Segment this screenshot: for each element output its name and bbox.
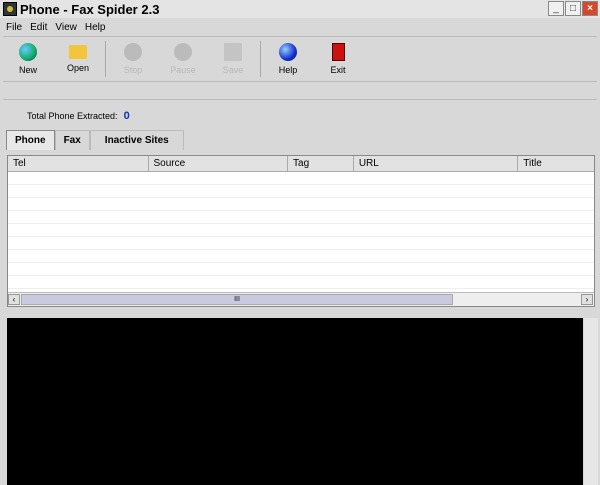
toolbar: New Open Stop Pause Save Help Exit	[3, 36, 597, 82]
log-console	[7, 318, 583, 485]
column-header-title[interactable]: Title	[518, 156, 594, 171]
toolbar-separator	[105, 41, 106, 77]
status-label: Total Phone Extracted:	[27, 111, 118, 121]
column-header-tag[interactable]: Tag	[288, 156, 354, 171]
exit-door-icon	[331, 43, 345, 61]
globe-icon	[19, 43, 37, 61]
scroll-thumb[interactable]: III	[21, 294, 453, 305]
menu-bar: File Edit View Help	[0, 19, 600, 35]
title-bar: Phone - Fax Spider 2.3 _ □ ×	[0, 0, 600, 18]
toolbar-band	[3, 83, 597, 100]
help-button[interactable]: Help	[263, 38, 313, 80]
menu-help[interactable]: Help	[85, 22, 106, 33]
tab-inactive-sites[interactable]: Inactive Sites	[89, 130, 184, 150]
menu-view[interactable]: View	[55, 22, 77, 33]
scroll-left-icon[interactable]: ‹	[8, 294, 20, 305]
window-title: Phone - Fax Spider 2.3	[20, 1, 160, 17]
exit-button[interactable]: Exit	[313, 38, 363, 80]
app-icon	[3, 2, 17, 16]
maximize-button[interactable]: □	[565, 1, 581, 16]
open-button[interactable]: Open	[53, 38, 103, 80]
column-header-tel[interactable]: Tel	[8, 156, 149, 171]
status-counter: Total Phone Extracted: 0	[27, 110, 130, 122]
toolbar-separator	[260, 41, 261, 77]
tab-phone[interactable]: Phone	[6, 130, 55, 150]
column-header-source[interactable]: Source	[149, 156, 289, 171]
tab-fax[interactable]: Fax	[54, 130, 90, 150]
scroll-right-icon[interactable]: ›	[581, 294, 593, 305]
vertical-scrollbar[interactable]	[584, 318, 598, 485]
pause-icon	[174, 43, 192, 61]
new-button[interactable]: New	[3, 38, 53, 80]
pause-button[interactable]: Pause	[158, 38, 208, 80]
close-button[interactable]: ×	[582, 1, 598, 16]
status-value: 0	[123, 110, 130, 122]
menu-edit[interactable]: Edit	[30, 22, 47, 33]
save-icon	[224, 43, 242, 61]
save-button[interactable]: Save	[208, 38, 258, 80]
tab-bar: Phone Fax Inactive Sites	[6, 130, 184, 150]
table-body	[8, 172, 594, 292]
menu-file[interactable]: File	[6, 22, 22, 33]
horizontal-scrollbar[interactable]: ‹ III ›	[8, 292, 594, 306]
folder-icon	[69, 45, 87, 59]
column-header-url[interactable]: URL	[354, 156, 519, 171]
stop-button[interactable]: Stop	[108, 38, 158, 80]
help-icon	[279, 43, 297, 61]
stop-icon	[124, 43, 142, 61]
results-table: Tel Source Tag URL Title ‹ III ›	[7, 155, 595, 307]
minimize-button[interactable]: _	[548, 1, 564, 16]
